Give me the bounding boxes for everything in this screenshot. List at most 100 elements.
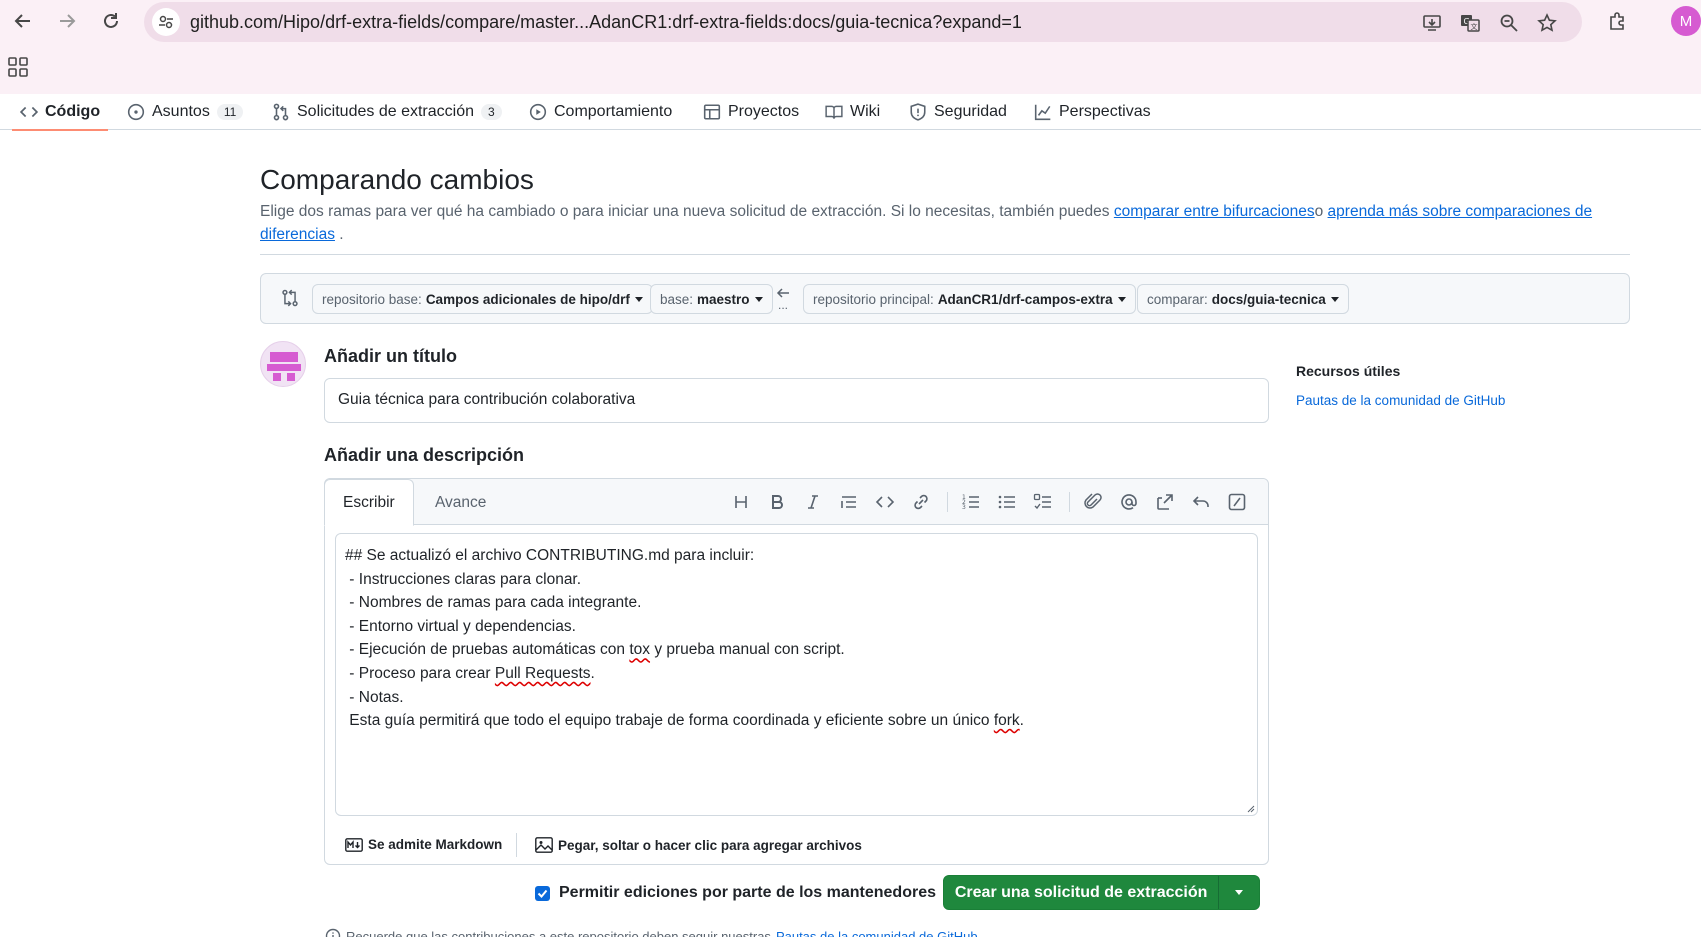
allow-edits-checkbox[interactable] [535,885,550,901]
helpful-resources-title: Recursos útiles [1296,363,1401,379]
create-options-dropdown[interactable] [1218,876,1259,909]
compare-branch-value: docs/guia-tecnica [1211,291,1326,307]
body-line-end: . [590,664,595,682]
cross-reference-icon[interactable] [1155,492,1175,512]
description-editor: Escribir Avance 123 ## Se actualizó el a… [324,478,1269,865]
reload-icon[interactable] [96,6,126,36]
tab-pull-requests[interactable]: Solicitudes de extracción 3 [272,94,502,130]
tab-write[interactable]: Escribir [324,479,414,526]
url-text[interactable]: github.com/Hipo/drf-extra-fields/compare… [190,12,1022,33]
extensions-icon[interactable] [1602,6,1632,36]
create-pull-request-label[interactable]: Crear una solicitud de extracción [944,884,1218,902]
zoom-icon[interactable] [1496,10,1522,36]
toolbar-separator [947,492,948,512]
create-pull-request-button[interactable]: Crear una solicitud de extracción [943,875,1260,910]
allow-edits-row: Permitir ediciones por parte de los mant… [535,881,963,905]
head-repo-value: AdanCR1/drf-campos-extra [937,291,1113,307]
install-icon[interactable] [1419,10,1445,36]
base-branch-value: maestro [697,291,750,307]
ordered-list-icon[interactable]: 123 [961,492,981,512]
spellcheck-word: Pull Requests [494,664,591,682]
head-repo-select[interactable]: repositorio principal: AdanCR1/drf-campos… [803,284,1136,314]
svg-text:文: 文 [1471,22,1478,31]
browser-chrome: github.com/Hipo/drf-extra-fields/compare… [0,0,1701,94]
footer-guidelines-link[interactable]: Pautas de la comunidad de GitHub [776,929,978,937]
resize-handle-icon[interactable] [1245,803,1255,813]
chevron-down-icon [1235,890,1244,895]
tab-code[interactable]: Código [11,94,109,131]
spellcheck-word: tox [629,641,651,659]
svg-text:3: 3 [962,504,966,511]
title-label: Añadir un título [324,346,457,366]
compare-forks-link[interactable]: comparar entre bifurcaciones [1114,203,1315,220]
base-repo-value: Campos adicionales de hipo/drf [425,291,630,307]
base-branch-label: base: [660,291,694,307]
image-icon [535,837,553,853]
body-line-end: y prueba manual con script. [650,641,845,659]
tab-actions[interactable]: Comportamiento [529,94,672,130]
base-repo-select[interactable]: repositorio base: Campos adicionales de h… [312,284,653,314]
markdown-supported[interactable]: Se admite Markdown [345,837,502,852]
base-branch-select[interactable]: base: maestro [650,284,773,314]
chevron-down-icon [634,296,643,302]
tab-label: Asuntos [152,103,210,120]
chevron-down-icon [1330,296,1339,302]
tab-label: Comportamiento [554,103,673,120]
paperclip-icon[interactable] [1083,492,1103,512]
code-icon[interactable] [875,492,895,512]
allow-edits-label[interactable]: Permitir ediciones por parte de los mant… [559,884,936,902]
apps-grid-icon[interactable] [8,57,28,77]
body-line-end: . [1019,712,1024,730]
tab-projects[interactable]: Proyectos [703,94,799,130]
reply-icon[interactable] [1191,492,1211,512]
footer-separator [516,833,517,857]
tab-wiki[interactable]: Wiki [825,94,880,130]
body-line: ## Se actualizó el archivo CONTRIBUTING.… [345,547,755,564]
body-line: - Nombres de ramas para cada integrante. [345,594,642,612]
tab-label: Código [45,103,101,120]
editor-toolbar: Escribir Avance 123 [324,479,1268,526]
body-line: - Ejecución de pruebas automáticas con t… [345,638,1248,662]
tab-preview[interactable]: Avance [417,479,504,526]
page-title: Comparando cambios [260,164,534,195]
repo-nav: Código Asuntos 11 Solicitudes de extracc… [0,94,1701,131]
markdown-note: Se admite Markdown [368,837,503,852]
tab-security[interactable]: Seguridad [909,94,1007,130]
community-guidelines-link[interactable]: Pautas de la comunidad de GitHub [1296,393,1505,408]
avatar[interactable] [260,341,306,387]
spellcheck-word: fork [993,712,1020,730]
star-icon[interactable] [1534,10,1560,36]
translate-icon[interactable]: G文 [1457,10,1483,36]
head-repo-label: repositorio principal: [813,291,934,307]
forward-icon[interactable] [52,6,82,36]
description-textarea[interactable]: ## Se actualizó el archivo CONTRIBUTING.… [335,533,1258,816]
tasklist-icon[interactable] [1033,492,1053,512]
tab-insights[interactable]: Perspectivas [1034,94,1151,130]
bold-icon[interactable] [767,492,787,512]
shield-icon [910,103,926,121]
profile-avatar[interactable]: M [1671,6,1701,36]
compare-branch-select[interactable]: comparar: docs/guia-tecnica [1137,284,1349,314]
attach-files[interactable]: Pegar, soltar o hacer clic para agregar … [535,837,862,853]
editor-footer: Se admite Markdown Pegar, soltar o hacer… [325,825,1268,865]
tab-issues[interactable]: Asuntos 11 [127,94,244,130]
back-icon[interactable] [8,6,38,36]
quote-icon[interactable] [839,492,859,512]
chevron-down-icon [754,296,763,302]
contribution-note-text: Recuerde que las contribuciones a este r… [346,928,771,937]
tab-label: Proyectos [728,103,800,120]
link-icon[interactable] [911,492,931,512]
info-icon [325,928,341,937]
heading-icon[interactable] [731,492,751,512]
slash-icon[interactable] [1227,492,1247,512]
mention-icon[interactable] [1119,492,1139,512]
italic-icon[interactable] [803,492,823,512]
address-bar[interactable]: github.com/Hipo/drf-extra-fields/compare… [144,2,1582,42]
unordered-list-icon[interactable] [997,492,1017,512]
title-input[interactable]: Guia técnica para contribución colaborat… [324,378,1269,423]
contribution-note: Recuerde que las contribuciones a este r… [325,928,986,937]
desc-end: . [334,226,344,243]
body-line: - Instrucciones claras para clonar. [345,570,582,588]
site-settings-icon[interactable] [152,8,180,36]
compare-icon [281,289,299,307]
